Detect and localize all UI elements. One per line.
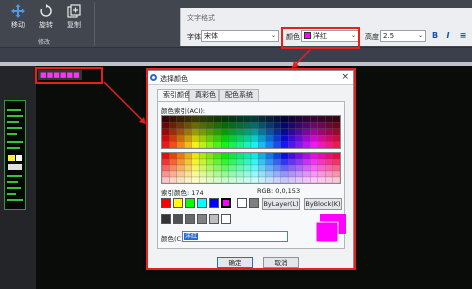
- dialog-highlight: [146, 68, 356, 270]
